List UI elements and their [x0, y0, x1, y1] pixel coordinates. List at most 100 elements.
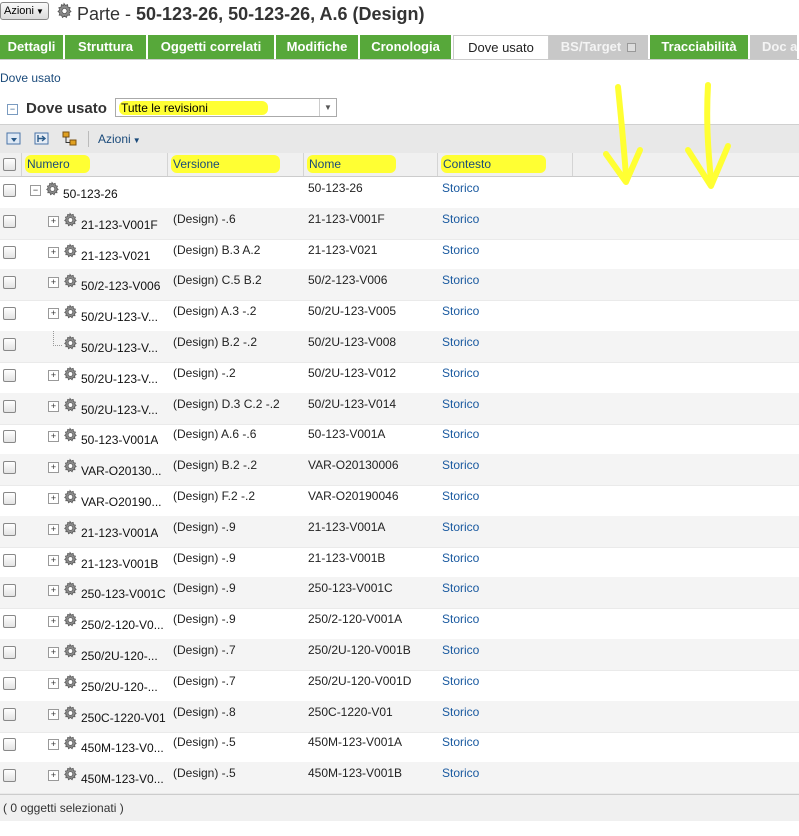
row-numero-link[interactable]: 250/2U-120-... [81, 649, 158, 663]
row-numero-link[interactable]: 50-123-V001A [81, 433, 158, 447]
table-row[interactable]: 50/2U-123-V... (Design) B.2 -.2 50/2U-123-… [0, 331, 799, 363]
tab-modifiche[interactable]: Modifiche [276, 35, 360, 60]
expand-icon[interactable]: + [48, 369, 59, 381]
row-versione-link[interactable]: (Design) -.2 [173, 366, 236, 380]
expand-icon[interactable]: + [48, 708, 59, 720]
tab-dove-usato[interactable]: Dove usato [453, 35, 549, 60]
expand-all-icon[interactable] [34, 131, 50, 147]
table-row[interactable]: +50/2U-123-V... (Design) D.3 C.2 -.2 50/2U… [0, 392, 799, 425]
expand-icon[interactable]: + [48, 647, 59, 658]
expand-icon[interactable]: + [48, 400, 59, 412]
row-numero-link[interactable]: VAR-O20190... [81, 495, 161, 509]
row-versione-link[interactable]: (Design) -.5 [173, 735, 236, 749]
row-checkbox[interactable] [3, 245, 16, 259]
toolbar-actions-menu[interactable]: Azioni ▼ [98, 132, 141, 146]
row-contesto-link[interactable]: Storico [442, 397, 479, 411]
table-row[interactable]: + VAR-O20130... (Design) B.2 -.2 VAR-O20130… [0, 454, 799, 487]
column-header-numero[interactable]: Numero [22, 153, 168, 176]
row-contesto-link[interactable]: Storico [442, 766, 479, 780]
column-header-versione[interactable]: Versione [168, 153, 304, 176]
row-versione-link[interactable]: (Design) -.8 [173, 705, 236, 719]
row-versione-link[interactable]: (Design) A.3 -.2 [173, 304, 256, 318]
row-versione-link[interactable]: (Design) B.2 -.2 [173, 335, 257, 349]
row-versione-link[interactable]: (Design) -.9 [173, 551, 236, 565]
row-contesto-link[interactable]: Storico [442, 581, 479, 595]
column-header-contesto[interactable]: Contesto [438, 153, 573, 176]
close-icon[interactable] [627, 43, 637, 53]
row-versione-link[interactable]: (Design) B.2 -.2 [173, 458, 257, 472]
collapse-icon[interactable]: − [30, 185, 41, 196]
column-header-nome[interactable]: Nome [304, 153, 438, 176]
chevron-down-icon[interactable]: ▼ [319, 99, 336, 116]
revision-filter-select[interactable]: Tutte le revisioni ▼ [115, 98, 337, 117]
row-contesto-link[interactable]: Storico [442, 520, 479, 534]
expand-icon[interactable]: + [48, 585, 59, 597]
table-row[interactable]: + VAR-O20190... (Design) F.2 -.2 VAR-O20190… [0, 485, 799, 517]
row-checkbox[interactable] [3, 276, 16, 290]
row-contesto-link[interactable]: Storico [442, 181, 479, 195]
tab-tracciabilita[interactable]: Tracciabilità [650, 35, 750, 60]
row-contesto-link[interactable]: Storico [442, 674, 479, 688]
row-checkbox[interactable] [3, 492, 16, 505]
actions-menu-button[interactable]: Azioni ▼ [0, 2, 49, 20]
row-contesto-link[interactable]: Storico [442, 243, 479, 257]
row-numero-link[interactable]: 21-123-V021 [81, 249, 150, 263]
row-checkbox[interactable] [3, 461, 16, 475]
tab-doc[interactable]: Doc a [750, 35, 799, 60]
row-contesto-link[interactable]: Storico [442, 273, 479, 287]
expand-icon[interactable]: + [48, 554, 59, 566]
row-checkbox[interactable] [3, 584, 16, 598]
tab-cronologia[interactable]: Cronologia [360, 35, 453, 60]
collapse-icon[interactable]: − [7, 104, 18, 115]
row-versione-link[interactable]: (Design) A.6 -.6 [173, 427, 256, 441]
table-row[interactable]: +21-123-V001B (Design) -.9 21-123-V001B Sto… [0, 547, 799, 579]
expand-icon[interactable]: + [48, 739, 59, 751]
row-checkbox[interactable] [3, 769, 16, 783]
row-numero-link[interactable]: 450M-123-V0... [81, 741, 164, 755]
row-versione-link[interactable]: (Design) -.9 [173, 581, 236, 595]
table-row[interactable]: +50/2-123-V006 (Design) C.5 B.2 50/2-123-V… [0, 269, 799, 302]
breadcrumb[interactable]: Dove usato [0, 71, 61, 85]
row-contesto-link[interactable]: Storico [442, 612, 479, 626]
tab-dettagli[interactable]: Dettagli [0, 35, 65, 60]
expand-icon[interactable]: + [48, 462, 59, 474]
row-numero-link[interactable]: 250-123-V001C [81, 587, 166, 601]
row-versione-link[interactable]: (Design) -.7 [173, 674, 236, 688]
row-numero-link[interactable]: 50/2U-123-V... [81, 341, 158, 355]
row-checkbox[interactable] [3, 553, 16, 567]
table-row[interactable]: +50-123-V001A (Design) A.6 -.6 50-123-V001… [0, 423, 799, 456]
row-numero-link[interactable]: 50/2U-123-V... [81, 372, 158, 386]
table-row[interactable]: +250-123-V001C (Design) -.9 250-123-V001C S… [0, 577, 799, 610]
row-numero-link[interactable]: 21-123-V001A [81, 526, 158, 540]
row-contesto-link[interactable]: Storico [442, 489, 479, 503]
row-checkbox[interactable] [3, 615, 16, 629]
row-checkbox[interactable] [3, 368, 16, 382]
row-checkbox[interactable] [3, 338, 16, 351]
expand-icon[interactable]: + [48, 431, 59, 443]
row-checkbox[interactable] [3, 676, 16, 690]
row-versione-link[interactable]: (Design) B.3 A.2 [173, 243, 260, 257]
row-contesto-link[interactable]: Storico [442, 458, 479, 472]
row-numero-link[interactable]: 21-123-V001F [81, 218, 158, 232]
row-checkbox[interactable] [3, 738, 16, 752]
row-numero-link[interactable]: 250/2-120-V0... [81, 618, 164, 632]
expand-icon[interactable]: + [48, 308, 59, 320]
row-checkbox[interactable] [3, 214, 16, 228]
table-row[interactable]: +50/2U-123-V... (Design) -.2 50/2U-123-V01… [0, 362, 799, 394]
expand-icon[interactable]: + [48, 493, 59, 504]
table-row[interactable]: +50/2U-123-V... (Design) A.3 -.2 50/2U-123… [0, 300, 799, 333]
row-numero-link[interactable]: VAR-O20130... [81, 464, 161, 478]
table-row[interactable]: +450M-123-V0... (Design) -.5 450M-123-V001… [0, 762, 799, 795]
row-checkbox[interactable] [3, 646, 16, 659]
row-checkbox[interactable] [3, 522, 16, 536]
filter-view-icon[interactable] [6, 131, 22, 147]
row-versione-link[interactable]: (Design) -.6 [173, 212, 236, 226]
row-checkbox[interactable] [3, 399, 16, 413]
structure-tree-icon[interactable] [62, 131, 78, 147]
table-row[interactable]: +250/2-120-V0... (Design) -.9 250/2-120-V0… [0, 608, 799, 641]
row-versione-link[interactable]: (Design) -.9 [173, 520, 236, 534]
row-versione-link[interactable]: (Design) D.3 C.2 -.2 [173, 397, 280, 411]
row-contesto-link[interactable]: Storico [442, 212, 479, 226]
row-contesto-link[interactable]: Storico [442, 705, 479, 719]
row-contesto-link[interactable]: Storico [442, 643, 479, 657]
